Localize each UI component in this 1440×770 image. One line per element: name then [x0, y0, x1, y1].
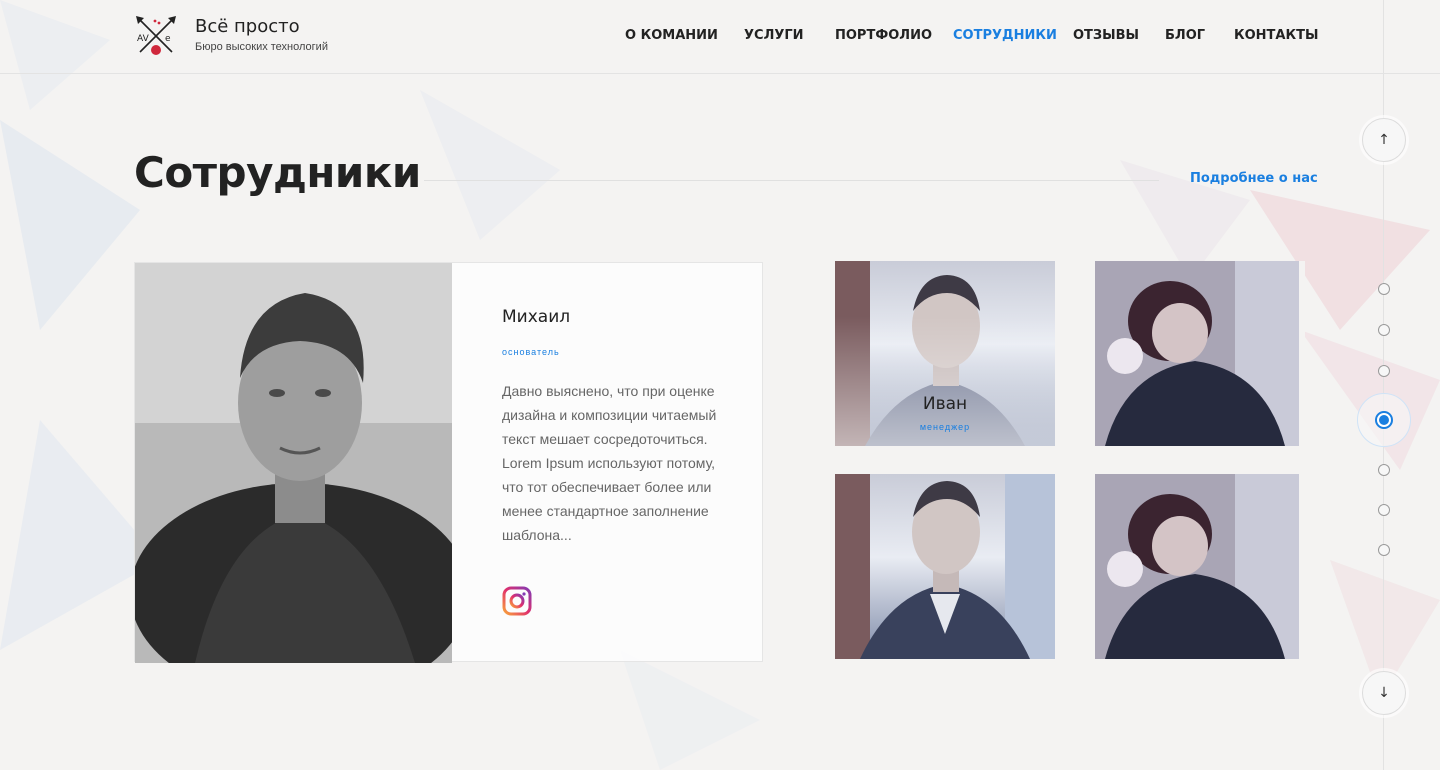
- team-member-card[interactable]: [835, 474, 1055, 659]
- nav-item-staff[interactable]: СОТРУДНИКИ: [953, 28, 1057, 43]
- nav-item-services[interactable]: УСЛУГИ: [744, 28, 804, 43]
- side-nav-line: [1383, 0, 1384, 770]
- nav-item-reviews[interactable]: ОТЗЫВЫ: [1073, 28, 1139, 43]
- side-nav-dot-1[interactable]: [1378, 283, 1390, 295]
- team-member-name: Иван: [922, 394, 968, 414]
- side-nav-dot-3[interactable]: [1378, 365, 1390, 377]
- side-nav-dot-4-active[interactable]: [1357, 393, 1411, 447]
- scroll-down-button[interactable]: ↓: [1362, 671, 1406, 715]
- site-header: AV e Всё просто Бюро высоких технологий …: [0, 0, 1440, 74]
- side-nav-dot-6[interactable]: [1378, 504, 1390, 516]
- side-nav-dot-2[interactable]: [1378, 324, 1390, 336]
- team-member-card[interactable]: [1085, 261, 1305, 446]
- main-nav: О КОМАНИИ УСЛУГИ ПОРТФОЛИО СОТРУДНИКИ ОТ…: [0, 28, 1440, 46]
- featured-employee-photo[interactable]: [135, 263, 452, 663]
- featured-employee-description: Давно выяснено, что при оценке дизайна и…: [502, 383, 717, 543]
- nav-item-blog[interactable]: БЛОГ: [1165, 28, 1205, 43]
- scroll-up-button[interactable]: ↑: [1362, 118, 1406, 162]
- nav-item-portfolio[interactable]: ПОРТФОЛИО: [835, 28, 932, 43]
- nav-item-company[interactable]: О КОМАНИИ: [625, 28, 718, 43]
- arrow-down-icon: ↓: [1378, 685, 1390, 701]
- nav-item-contacts[interactable]: КОНТАКТЫ: [1234, 28, 1318, 43]
- team-member-card[interactable]: [1085, 474, 1305, 659]
- page-title: Сотрудники: [134, 148, 421, 197]
- featured-employee-role: основатель: [502, 347, 560, 357]
- instagram-icon[interactable]: [502, 586, 532, 616]
- side-nav-dot-7[interactable]: [1378, 544, 1390, 556]
- team-member-card[interactable]: Иван менеджер: [835, 261, 1055, 446]
- arrow-up-icon: ↑: [1378, 132, 1390, 148]
- side-nav-dot-5[interactable]: [1378, 464, 1390, 476]
- title-divider: [424, 180, 1159, 181]
- team-member-role: менеджер: [919, 422, 971, 432]
- featured-employee-name: Михаил: [502, 307, 571, 327]
- about-us-link[interactable]: Подробнее о нас: [1190, 171, 1318, 186]
- featured-employee-card: Михаил основатель Давно выяснено, что пр…: [134, 262, 763, 663]
